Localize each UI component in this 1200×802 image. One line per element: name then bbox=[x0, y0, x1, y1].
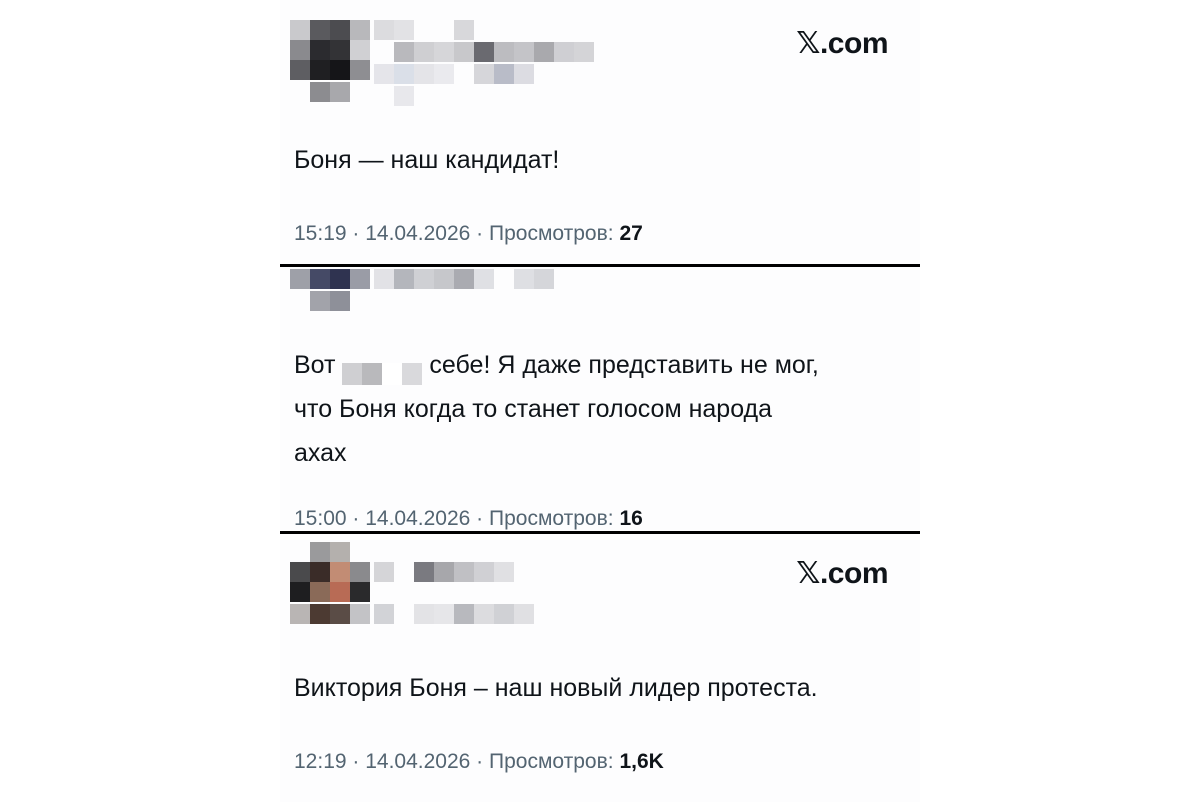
post-text-line-2: что Боня когда то станет голосом народа bbox=[294, 395, 773, 423]
post-date[interactable]: 14.04.2026 bbox=[365, 222, 470, 245]
post-text: Боня — наш кандидат! bbox=[294, 146, 560, 174]
blurred-author-avatar bbox=[290, 20, 370, 104]
post-meta: 12:19 · 14.04.2026 · Просмотров: 1,6K bbox=[294, 750, 664, 773]
redacted-word bbox=[342, 355, 423, 386]
views-label: Просмотров: bbox=[489, 750, 614, 773]
post-meta: 15:00 · 14.04.2026 · Просмотров: 16 bbox=[294, 507, 643, 530]
post-meta: 15:19 · 14.04.2026 · Просмотров: 27 bbox=[294, 222, 643, 245]
x-logo-icon: 𝕏 bbox=[796, 556, 820, 591]
views-label: Просмотров: bbox=[489, 222, 614, 245]
blurred-author-name[interactable] bbox=[374, 20, 614, 106]
post-card-3[interactable]: 𝕏.com Виктория Боня – наш новый лидер пр… bbox=[280, 534, 920, 802]
x-brand-label[interactable]: 𝕏.com bbox=[796, 26, 888, 61]
views-count: 16 bbox=[619, 507, 643, 530]
post-card-2[interactable]: Вот себе! Я даже представить не мог, что… bbox=[280, 267, 920, 531]
post-date[interactable]: 14.04.2026 bbox=[365, 750, 470, 773]
blurred-author-name[interactable] bbox=[374, 562, 574, 626]
post-date[interactable]: 14.04.2026 bbox=[365, 507, 470, 530]
blurred-author-avatar bbox=[290, 269, 370, 313]
post-text-line-3: ахах bbox=[294, 439, 347, 467]
post-text: Вот себе! Я даже представить не мог, что… bbox=[294, 343, 819, 475]
x-logo-icon: 𝕏 bbox=[796, 26, 820, 61]
post-text: Виктория Боня – наш новый лидер протеста… bbox=[294, 674, 818, 702]
post-time[interactable]: 12:19 bbox=[294, 750, 347, 773]
blurred-author-avatar bbox=[290, 542, 370, 626]
post-card-1[interactable]: 𝕏.com Боня — наш кандидат! 15:19 · 14.04… bbox=[280, 0, 920, 264]
blurred-author-name[interactable] bbox=[374, 269, 574, 291]
post-text-line-1: Вот себе! Я даже представить не мог, bbox=[294, 343, 819, 387]
views-count: 1,6K bbox=[619, 750, 664, 773]
post-time[interactable]: 15:00 bbox=[294, 507, 347, 530]
x-brand-label[interactable]: 𝕏.com bbox=[796, 556, 888, 591]
views-count: 27 bbox=[619, 222, 643, 245]
views-label: Просмотров: bbox=[489, 507, 614, 530]
post-time[interactable]: 15:19 bbox=[294, 222, 347, 245]
